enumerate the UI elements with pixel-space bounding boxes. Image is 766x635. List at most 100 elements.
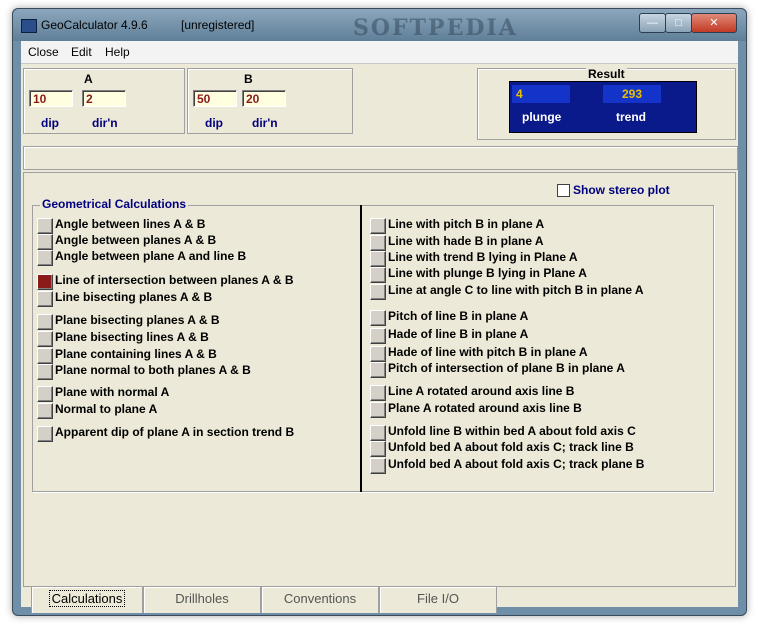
menu-edit[interactable]: Edit (71, 45, 92, 59)
right-calc-button-9[interactable] (370, 385, 386, 401)
line-b-dip-label: dip (205, 116, 223, 130)
result-plunge-value: 4 (512, 85, 570, 103)
right-calc-label-10[interactable]: Plane A rotated around axis line B (388, 401, 582, 415)
stereo-plot-checkbox[interactable] (557, 184, 570, 197)
left-calc-label-2[interactable]: Angle between plane A and line B (55, 249, 246, 263)
result-label: Result (586, 67, 627, 81)
right-calc-label-4[interactable]: Line at angle C to line with pitch B in … (388, 283, 644, 297)
tab-file-io-label: File I/O (417, 591, 459, 606)
status-bar (23, 146, 738, 170)
client-area: Close Edit Help A 10 2 dip dir'n B 50 20… (21, 41, 738, 613)
result-trend-value: 293 (603, 85, 661, 103)
right-calc-label-12[interactable]: Unfold bed A about fold axis C; track li… (388, 440, 634, 454)
right-calc-button-5[interactable] (370, 310, 386, 326)
left-calc-button-7[interactable] (37, 348, 53, 364)
left-calc-label-7[interactable]: Plane containing lines A & B (55, 347, 217, 361)
left-calc-button-6[interactable] (37, 331, 53, 347)
right-calc-button-3[interactable] (370, 267, 386, 283)
window-title: GeoCalculator 4.9.6 (41, 18, 148, 32)
close-window-button[interactable]: ✕ (691, 13, 737, 33)
maximize-icon: □ (675, 17, 682, 29)
tab-conventions[interactable]: Conventions (261, 586, 379, 613)
line-b-dirn-field[interactable]: 20 (242, 90, 286, 107)
maximize-button[interactable]: □ (665, 13, 692, 33)
right-calc-button-10[interactable] (370, 402, 386, 418)
right-calc-label-1[interactable]: Line with hade B in plane A (388, 234, 544, 248)
left-calc-label-8[interactable]: Plane normal to both planes A & B (55, 363, 251, 377)
result-trend-label: trend (616, 110, 646, 124)
right-calc-button-8[interactable] (370, 362, 386, 378)
menu-bar: Close Edit Help (21, 41, 738, 64)
group-title: Geometrical Calculations (40, 197, 189, 211)
left-calc-button-2[interactable] (37, 250, 53, 266)
left-calc-label-1[interactable]: Angle between planes A & B (55, 233, 216, 247)
tab-drillholes[interactable]: Drillholes (143, 586, 261, 613)
app-window: GeoCalculator 4.9.6 [unregistered] SOFTP… (12, 8, 747, 616)
line-a-dip-label: dip (41, 116, 59, 130)
left-calc-label-9[interactable]: Plane with normal A (55, 385, 169, 399)
left-calc-button-0[interactable] (37, 218, 53, 234)
left-calc-label-0[interactable]: Angle between lines A & B (55, 217, 205, 231)
tab-drillholes-label: Drillholes (175, 591, 229, 606)
minimize-icon: — (647, 17, 658, 29)
line-a-dip-field[interactable]: 10 (29, 90, 73, 107)
registration-status: [unregistered] (181, 18, 255, 32)
right-calc-button-0[interactable] (370, 218, 386, 234)
right-calc-label-8[interactable]: Pitch of intersection of plane B in plan… (388, 361, 625, 375)
right-calc-label-5[interactable]: Pitch of line B in plane A (388, 309, 528, 323)
right-calc-button-13[interactable] (370, 458, 386, 474)
left-calc-button-10[interactable] (37, 403, 53, 419)
left-calc-button-9[interactable] (37, 386, 53, 402)
left-calc-button-1[interactable] (37, 234, 53, 250)
right-calc-label-9[interactable]: Line A rotated around axis line B (388, 384, 574, 398)
right-calc-button-1[interactable] (370, 235, 386, 251)
line-a-dirn-field[interactable]: 2 (82, 90, 126, 107)
tab-file-io[interactable]: File I/O (379, 586, 497, 613)
menu-close[interactable]: Close (28, 45, 59, 59)
column-divider (360, 205, 362, 492)
line-b-dip-field[interactable]: 50 (193, 90, 237, 107)
left-calc-label-5[interactable]: Plane bisecting planes A & B (55, 313, 219, 327)
left-calc-button-4[interactable] (37, 291, 53, 307)
result-display: 4 293 plunge trend (509, 81, 697, 133)
left-calc-button-5[interactable] (37, 314, 53, 330)
watermark: SOFTPEDIA (353, 15, 518, 41)
right-calc-button-2[interactable] (370, 251, 386, 267)
tab-conventions-label: Conventions (283, 591, 357, 606)
right-calc-label-3[interactable]: Line with plunge B lying in Plane A (388, 266, 587, 280)
line-b-label: B (244, 72, 253, 86)
right-calc-button-11[interactable] (370, 425, 386, 441)
stereo-plot-label: Show stereo plot (573, 183, 670, 197)
left-calc-button-11[interactable] (37, 426, 53, 442)
line-a-dirn-label: dir'n (92, 116, 118, 130)
right-calc-label-2[interactable]: Line with trend B lying in Plane A (388, 250, 578, 264)
left-calc-label-11[interactable]: Apparent dip of plane A in section trend… (55, 425, 294, 439)
left-calc-label-3[interactable]: Line of intersection between planes A & … (55, 273, 293, 287)
line-b-panel: B 50 20 dip dir'n (187, 68, 353, 134)
right-calc-button-7[interactable] (370, 346, 386, 362)
left-calc-label-6[interactable]: Plane bisecting lines A & B (55, 330, 209, 344)
left-calc-button-8[interactable] (37, 364, 53, 380)
line-b-dirn-label: dir'n (252, 116, 278, 130)
right-calc-button-6[interactable] (370, 328, 386, 344)
line-a-label: A (84, 72, 93, 86)
left-calc-label-4[interactable]: Line bisecting planes A & B (55, 290, 212, 304)
left-calc-button-3[interactable] (37, 274, 53, 290)
right-calc-label-11[interactable]: Unfold line B within bed A about fold ax… (388, 424, 636, 438)
right-calc-label-7[interactable]: Hade of line with pitch B in plane A (388, 345, 588, 359)
menu-help[interactable]: Help (105, 45, 130, 59)
right-calc-button-12[interactable] (370, 441, 386, 457)
close-icon: ✕ (709, 17, 719, 29)
right-calc-label-6[interactable]: Hade of line B in plane A (388, 327, 528, 341)
tab-calculations[interactable]: Calculations (31, 586, 143, 613)
right-calc-button-4[interactable] (370, 284, 386, 300)
right-calc-label-13[interactable]: Unfold bed A about fold axis C; track pl… (388, 457, 644, 471)
title-bar[interactable]: GeoCalculator 4.9.6 [unregistered] SOFTP… (13, 9, 746, 41)
tab-calculations-label: Calculations (48, 590, 126, 607)
result-panel: Result 4 293 plunge trend (477, 67, 736, 140)
minimize-button[interactable]: — (639, 13, 666, 33)
calculations-panel: Show stereo plot Geometrical Calculation… (23, 172, 736, 587)
right-calc-label-0[interactable]: Line with pitch B in plane A (388, 217, 544, 231)
left-calc-label-10[interactable]: Normal to plane A (55, 402, 157, 416)
result-plunge-label: plunge (522, 110, 562, 124)
